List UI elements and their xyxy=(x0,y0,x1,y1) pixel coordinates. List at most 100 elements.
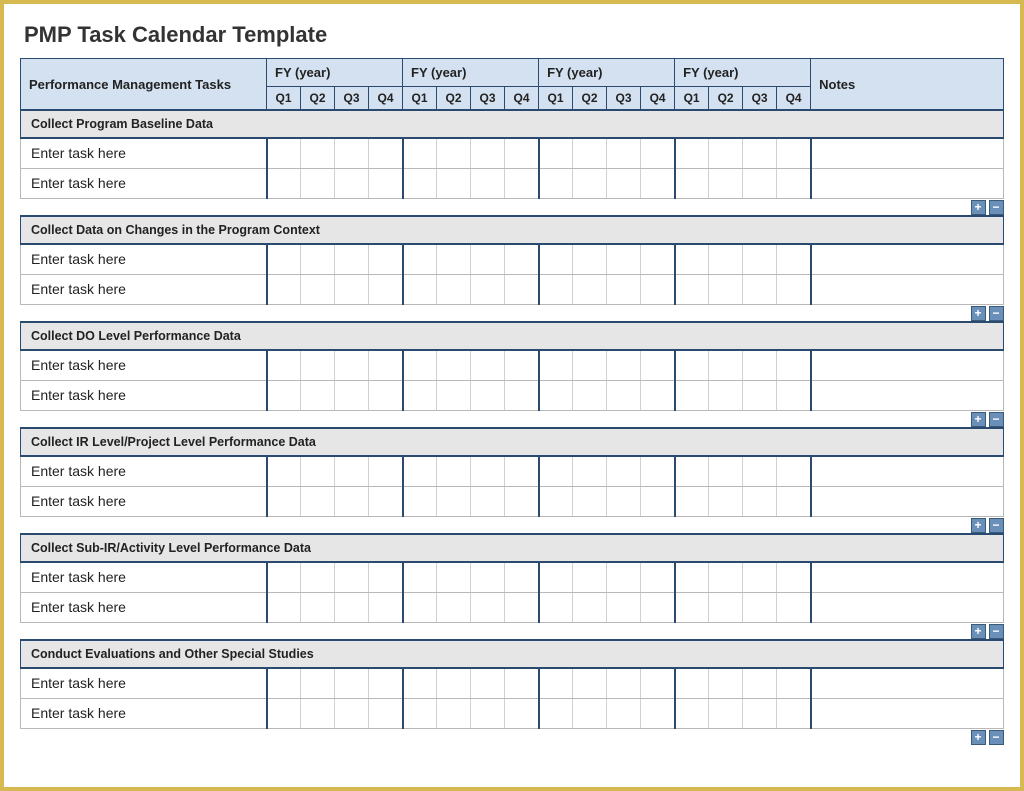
quarter-cell[interactable] xyxy=(709,168,743,198)
quarter-cell[interactable] xyxy=(267,380,301,410)
quarter-cell[interactable] xyxy=(369,244,403,274)
task-name-cell[interactable]: Enter task here xyxy=(21,138,267,168)
quarter-cell[interactable] xyxy=(573,592,607,622)
task-name-cell[interactable]: Enter task here xyxy=(21,244,267,274)
quarter-cell[interactable] xyxy=(709,456,743,486)
quarter-cell[interactable] xyxy=(573,168,607,198)
quarter-cell[interactable] xyxy=(777,244,811,274)
quarter-cell[interactable] xyxy=(437,138,471,168)
quarter-cell[interactable] xyxy=(675,380,709,410)
quarter-cell[interactable] xyxy=(437,274,471,304)
quarter-cell[interactable] xyxy=(369,380,403,410)
quarter-cell[interactable] xyxy=(335,380,369,410)
quarter-cell[interactable] xyxy=(709,562,743,592)
quarter-cell[interactable] xyxy=(573,244,607,274)
quarter-cell[interactable] xyxy=(743,486,777,516)
quarter-cell[interactable] xyxy=(777,456,811,486)
quarter-cell[interactable] xyxy=(777,562,811,592)
quarter-cell[interactable] xyxy=(777,138,811,168)
quarter-cell[interactable] xyxy=(777,380,811,410)
quarter-cell[interactable] xyxy=(301,138,335,168)
quarter-cell[interactable] xyxy=(403,698,437,728)
quarter-cell[interactable] xyxy=(471,592,505,622)
add-row-button[interactable]: + xyxy=(971,412,986,427)
quarter-cell[interactable] xyxy=(743,350,777,380)
quarter-cell[interactable] xyxy=(369,138,403,168)
quarter-cell[interactable] xyxy=(743,380,777,410)
quarter-cell[interactable] xyxy=(777,668,811,698)
quarter-cell[interactable] xyxy=(471,244,505,274)
quarter-cell[interactable] xyxy=(403,592,437,622)
quarter-cell[interactable] xyxy=(301,168,335,198)
notes-cell[interactable] xyxy=(811,350,1004,380)
quarter-cell[interactable] xyxy=(335,668,369,698)
quarter-cell[interactable] xyxy=(471,138,505,168)
quarter-cell[interactable] xyxy=(471,668,505,698)
notes-cell[interactable] xyxy=(811,592,1004,622)
quarter-cell[interactable] xyxy=(403,138,437,168)
quarter-cell[interactable] xyxy=(607,274,641,304)
quarter-cell[interactable] xyxy=(539,168,573,198)
quarter-cell[interactable] xyxy=(267,562,301,592)
add-row-button[interactable]: + xyxy=(971,306,986,321)
add-row-button[interactable]: + xyxy=(971,518,986,533)
quarter-cell[interactable] xyxy=(539,562,573,592)
quarter-cell[interactable] xyxy=(403,244,437,274)
quarter-cell[interactable] xyxy=(437,168,471,198)
quarter-cell[interactable] xyxy=(335,486,369,516)
quarter-cell[interactable] xyxy=(607,562,641,592)
quarter-cell[interactable] xyxy=(675,456,709,486)
quarter-cell[interactable] xyxy=(505,380,539,410)
quarter-cell[interactable] xyxy=(709,668,743,698)
quarter-cell[interactable] xyxy=(641,350,675,380)
quarter-cell[interactable] xyxy=(607,486,641,516)
quarter-cell[interactable] xyxy=(369,698,403,728)
quarter-cell[interactable] xyxy=(369,668,403,698)
quarter-cell[interactable] xyxy=(709,698,743,728)
quarter-cell[interactable] xyxy=(539,350,573,380)
quarter-cell[interactable] xyxy=(641,592,675,622)
quarter-cell[interactable] xyxy=(437,592,471,622)
quarter-cell[interactable] xyxy=(471,350,505,380)
quarter-cell[interactable] xyxy=(573,486,607,516)
quarter-cell[interactable] xyxy=(675,668,709,698)
quarter-cell[interactable] xyxy=(505,274,539,304)
quarter-cell[interactable] xyxy=(675,274,709,304)
quarter-cell[interactable] xyxy=(301,274,335,304)
quarter-cell[interactable] xyxy=(675,486,709,516)
quarter-cell[interactable] xyxy=(539,138,573,168)
quarter-cell[interactable] xyxy=(641,168,675,198)
quarter-cell[interactable] xyxy=(301,350,335,380)
quarter-cell[interactable] xyxy=(743,244,777,274)
quarter-cell[interactable] xyxy=(607,138,641,168)
task-name-cell[interactable]: Enter task here xyxy=(21,274,267,304)
quarter-cell[interactable] xyxy=(267,592,301,622)
notes-cell[interactable] xyxy=(811,138,1004,168)
quarter-cell[interactable] xyxy=(267,168,301,198)
quarter-cell[interactable] xyxy=(369,350,403,380)
quarter-cell[interactable] xyxy=(743,456,777,486)
quarter-cell[interactable] xyxy=(743,168,777,198)
quarter-cell[interactable] xyxy=(267,668,301,698)
quarter-cell[interactable] xyxy=(675,698,709,728)
quarter-cell[interactable] xyxy=(403,486,437,516)
notes-cell[interactable] xyxy=(811,668,1004,698)
quarter-cell[interactable] xyxy=(641,698,675,728)
quarter-cell[interactable] xyxy=(369,456,403,486)
quarter-cell[interactable] xyxy=(573,138,607,168)
quarter-cell[interactable] xyxy=(267,350,301,380)
remove-row-button[interactable]: − xyxy=(989,412,1004,427)
add-row-button[interactable]: + xyxy=(971,200,986,215)
notes-cell[interactable] xyxy=(811,244,1004,274)
quarter-cell[interactable] xyxy=(675,168,709,198)
quarter-cell[interactable] xyxy=(403,668,437,698)
notes-cell[interactable] xyxy=(811,274,1004,304)
quarter-cell[interactable] xyxy=(369,274,403,304)
quarter-cell[interactable] xyxy=(437,698,471,728)
quarter-cell[interactable] xyxy=(777,592,811,622)
quarter-cell[interactable] xyxy=(403,274,437,304)
quarter-cell[interactable] xyxy=(777,168,811,198)
quarter-cell[interactable] xyxy=(641,244,675,274)
quarter-cell[interactable] xyxy=(301,456,335,486)
quarter-cell[interactable] xyxy=(641,486,675,516)
